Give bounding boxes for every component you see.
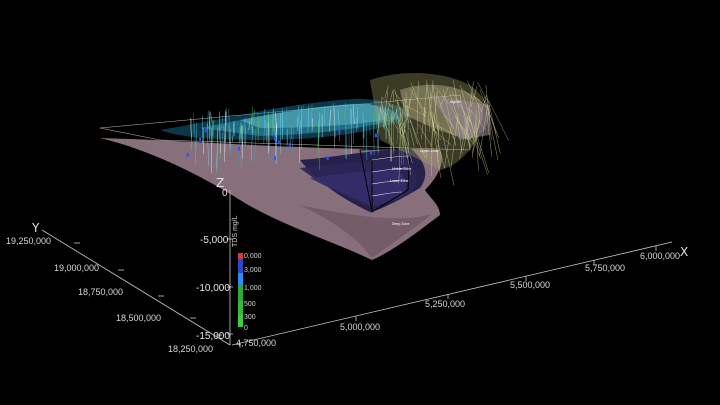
annotation-middle-zone: Middle Zone (392, 167, 411, 171)
well-marker (338, 128, 341, 133)
x-axis-line (231, 241, 673, 346)
well-marker (370, 150, 373, 155)
z-tick-label: -5,000 (200, 235, 229, 246)
y-tick-label: 18,250,000 (168, 344, 213, 354)
well-marker (237, 146, 240, 151)
well-line (210, 112, 212, 121)
annotation-aquifer: Aquifer (450, 100, 462, 104)
x-tick-label: 6,000,000 (640, 251, 680, 261)
well-marker (277, 140, 280, 145)
well-marker (374, 133, 377, 138)
well-marker (204, 128, 207, 133)
well-marker (199, 137, 202, 142)
y-tick-label: 19,250,000 (6, 236, 51, 246)
annotation-deep-zone: Deep Zone (392, 222, 409, 226)
cyan-well-cloud (160, 99, 410, 140)
legend-color-segment (238, 253, 243, 259)
x-tick-label: 5,250,000 (425, 299, 465, 309)
annotation-upper-zone: Upper Zone (420, 149, 439, 153)
legend-color-bar (238, 253, 243, 327)
legend-color-segment (238, 315, 243, 327)
x-tick-label: 5,000,000 (340, 322, 380, 332)
well-marker (186, 152, 189, 157)
z-tick-label: -10,000 (196, 283, 230, 294)
3d-scene[interactable]: Aquifer Upper Zone Middle Zone Lower Zon… (0, 0, 720, 405)
legend-color-segment (238, 301, 243, 315)
y-tick-label: 19,000,000 (54, 263, 99, 273)
legend-value: 3,000 (244, 267, 262, 274)
z-tick-label: 0 (222, 188, 228, 199)
x-tick-labels: 4,750,000 5,000,000 5,250,000 5,500,000 … (236, 251, 680, 348)
tds-color-legend: TDS mg/L 0,000 3,000 1,000 500 300 0 (232, 215, 262, 332)
legend-value: 300 (244, 314, 256, 321)
y-tick-labels: 19,250,000 19,000,000 18,750,000 18,500,… (6, 236, 213, 354)
annotation-lower-zone: Lower Zone (390, 179, 409, 183)
legend-value: 500 (244, 301, 256, 308)
legend-color-segment (238, 259, 243, 273)
well-marker (273, 156, 276, 161)
3d-viewport[interactable]: Aquifer Upper Zone Middle Zone Lower Zon… (0, 0, 720, 405)
y-axis-letter: Y (31, 221, 40, 235)
legend-color-segment (238, 273, 243, 285)
z-tick-label: -15,000 (196, 331, 230, 342)
well-marker (274, 136, 277, 141)
well-marker (288, 142, 291, 147)
y-tick-label: 18,750,000 (78, 287, 123, 297)
well-marker (326, 155, 329, 160)
x-axis-letter: X (680, 245, 688, 259)
legend-color-segment (238, 285, 243, 301)
y-tick-label: 18,500,000 (116, 313, 161, 323)
legend-value: 0,000 (244, 253, 262, 260)
x-tick-label: 4,750,000 (236, 338, 276, 348)
legend-title: TDS mg/L (232, 215, 239, 247)
x-tick-label: 5,750,000 (585, 263, 625, 273)
z-tick-labels: 0 -5,000 -10,000 -15,000 (196, 188, 230, 342)
legend-value: 1,000 (244, 285, 262, 292)
x-tick-label: 5,500,000 (510, 280, 550, 290)
legend-value: 0 (244, 325, 248, 332)
